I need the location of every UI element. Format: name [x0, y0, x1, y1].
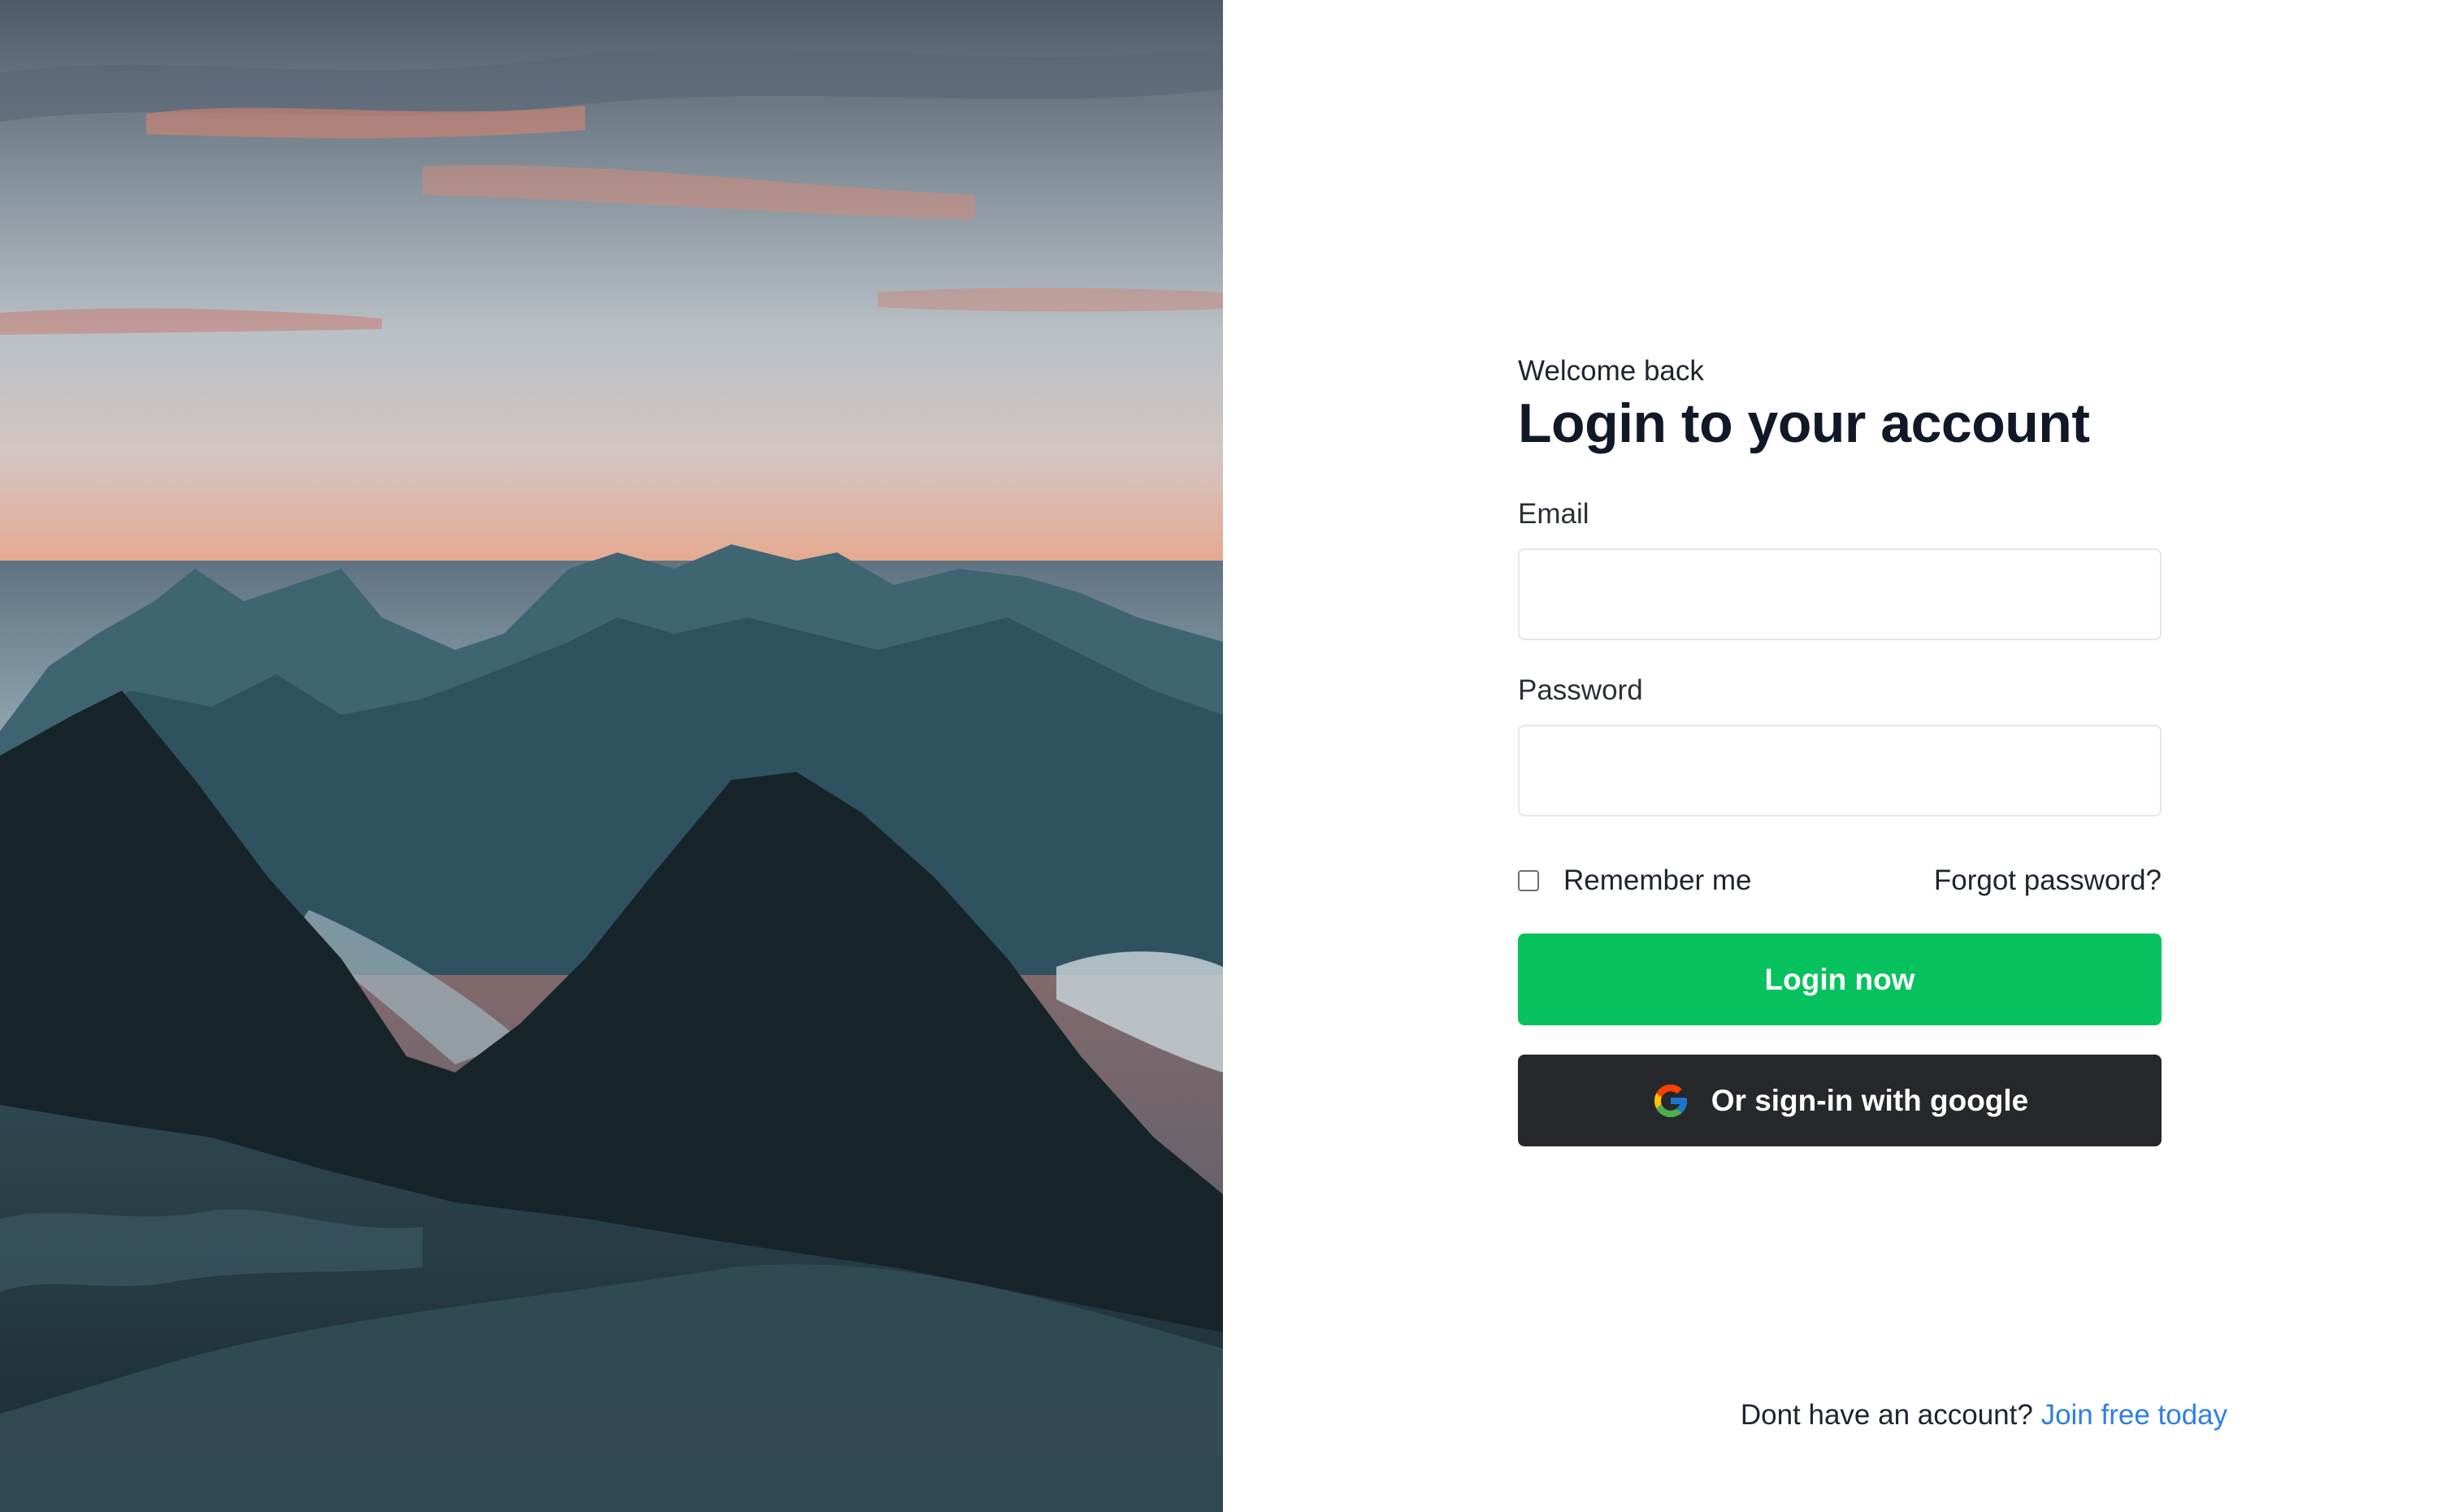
password-label: Password [1518, 674, 1643, 706]
signup-prompt: Dont have an account? Join free today [1223, 1397, 2450, 1433]
login-button[interactable]: Login now [1518, 934, 2162, 1025]
remember-me[interactable]: Remember me [1518, 864, 1751, 897]
form-pane: Welcome back Login to your account Email… [1223, 0, 2450, 1512]
remember-me-checkbox[interactable] [1518, 870, 1539, 891]
page-title: Login to your account [1518, 392, 2090, 454]
google-signin-button[interactable]: Or sign-in with google [1518, 1055, 2162, 1146]
welcome-text: Welcome back [1518, 355, 1704, 387]
login-page: Welcome back Login to your account Email… [0, 0, 2450, 1512]
remember-me-label[interactable]: Remember me [1563, 864, 1751, 897]
forgot-password-link[interactable]: Forgot password? [1934, 864, 2162, 897]
hero-image [0, 0, 1223, 1512]
google-button-label: Or sign-in with google [1711, 1083, 2029, 1117]
login-form: Welcome back Login to your account Email… [1518, 353, 2162, 1146]
email-label: Email [1518, 498, 1589, 530]
mountain-sunset-image [0, 0, 1223, 1512]
password-field[interactable] [1518, 725, 2162, 817]
options-row: Remember me Forgot password? [1518, 860, 2162, 901]
join-free-link[interactable]: Join free today [2041, 1399, 2228, 1431]
signup-prompt-text: Dont have an account? [1740, 1399, 2041, 1431]
email-field[interactable] [1518, 548, 2162, 640]
login-button-label: Login now [1764, 962, 1915, 996]
google-g-icon [1654, 1084, 1687, 1117]
